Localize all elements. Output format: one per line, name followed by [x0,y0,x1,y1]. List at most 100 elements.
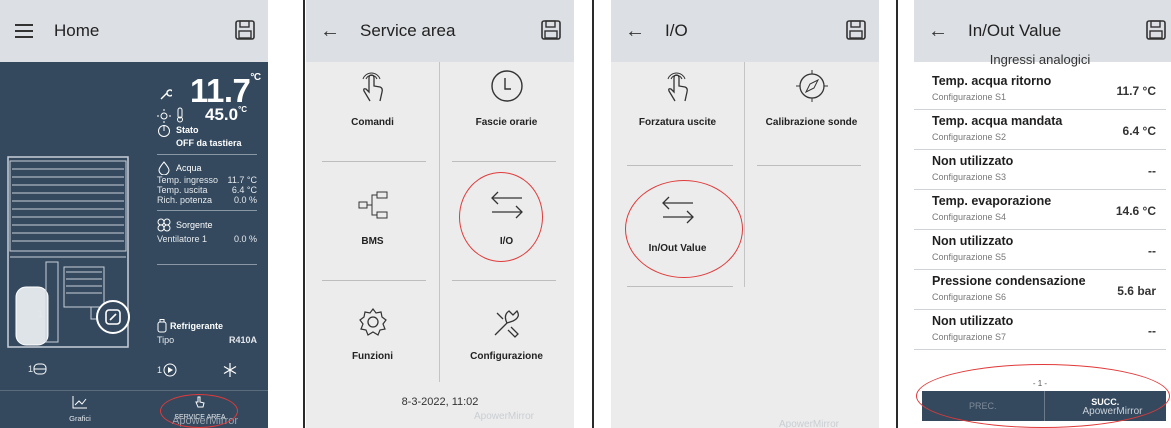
tile-forzatura-uscite[interactable]: Forzatura uscite [611,62,744,128]
grid-divider [757,165,861,166]
input-name: Non utilizzato [932,314,1014,328]
page-title: Service area [360,21,456,40]
input-name: Temp. acqua mandata [932,114,1063,128]
thermometer-icon [177,107,183,123]
table-row: Non utilizzato Configurazione S5 -- [914,230,1166,270]
ventilatore-row: Ventilatore 1 0.0 % [157,234,257,244]
acqua-row-label: Rich. potenza [157,195,213,205]
compass-icon [795,70,828,102]
acqua-row-label: Temp. ingresso [157,175,219,185]
tile-label: Forzatura uscite [638,117,717,128]
grid-divider [452,280,556,281]
divider [157,210,257,211]
save-icon[interactable] [234,19,256,41]
input-config: Configurazione S4 [932,212,1007,222]
input-value: -- [1148,244,1156,258]
input-name: Non utilizzato [932,234,1014,248]
back-arrow-icon[interactable]: ← [625,20,645,42]
watermark: ApowerMirror [474,411,535,422]
page-title: Home [54,21,100,40]
acqua-row: Temp. ingresso 11.7 °C [157,175,257,185]
save-icon[interactable] [540,19,562,41]
arrow-expand-icon [105,309,121,325]
home-dashboard: 1 11.7°C 45.0°C Stato OFF da tastiera Ac… [0,62,268,390]
sorgente-label: Sorgente [176,220,213,230]
annotation-circle [160,394,238,428]
screen-divider [303,0,305,428]
input-config: Configurazione S3 [932,172,1007,182]
tile-configurazione[interactable]: Configurazione [439,302,574,362]
save-icon[interactable] [845,19,867,41]
grid-divider [322,280,426,281]
tile-comandi[interactable]: Comandi [306,62,439,128]
input-config: Configurazione S6 [932,292,1007,302]
back-arrow-icon[interactable]: ← [320,20,340,42]
page-title: I/O [665,21,688,40]
refrigerante-label: Refrigerante [170,321,224,331]
stato-label: Stato [176,125,199,135]
table-row: Non utilizzato Configurazione S3 -- [914,150,1166,190]
input-name: Temp. evaporazione [932,194,1052,208]
input-value: -- [1148,164,1156,178]
save-icon[interactable] [1145,19,1167,41]
table-row: Temp. acqua mandata Configurazione S2 6.… [914,110,1166,150]
annotation-circle [916,364,1170,428]
tile-label: Comandi [351,117,394,128]
stato-value: OFF da tastiera [176,138,242,148]
compressor-icon [33,363,47,375]
grid-divider [627,286,733,287]
datetime: 8-3-2022, 11:02 [401,396,479,408]
home-appbar: Home [0,0,268,62]
water-drop-icon [158,161,170,175]
input-config: Configurazione S2 [932,132,1007,142]
input-name: Non utilizzato [932,154,1014,168]
tile-fascie-orarie[interactable]: Fascie orarie [439,62,574,128]
tipo-label: Tipo [157,335,175,345]
expand-button[interactable] [96,300,130,334]
input-value: 14.6 °C [1115,204,1156,218]
section-title: Ingressi analogici [989,52,1091,67]
grid-divider [322,161,426,162]
acqua-row: Temp. uscita 6.4 °C [157,185,257,195]
input-value: 11.7 °C [1116,84,1157,98]
tile-label: BMS [361,236,384,247]
tile-bms[interactable]: BMS [306,182,439,247]
main-temperature-unit: °C [250,72,261,83]
acqua-row-label: Temp. uscita [157,185,208,195]
home-screen: Home 1 11.7°C 45.0°C Stato OFF da tastie… [0,0,268,428]
table-row: Temp. evaporazione Configurazione S4 14.… [914,190,1166,230]
tile-label: Configurazione [470,351,543,362]
touch-icon [362,72,383,102]
ventilatore-value: 0.0 % [233,234,257,244]
service-appbar: ← Service area [306,0,574,62]
menu-icon[interactable] [14,21,34,41]
table-row: Non utilizzato Configurazione S7 -- [914,310,1166,350]
compressor-status: 1 [28,362,47,376]
snowflake-icon [223,363,237,377]
input-value: 6.4 °C [1122,124,1156,138]
service-area-screen: ← Service area Comandi Fascie orarie BMS… [306,0,574,428]
input-config: Configurazione S1 [932,92,1007,102]
ventilatore-label: Ventilatore 1 [157,234,208,244]
acqua-row-value: 0.0 % [233,195,257,205]
grid-divider [452,161,556,162]
touch-icon [667,72,688,102]
nav-grafici-label: Grafici [69,414,91,423]
back-arrow-icon[interactable]: ← [928,20,948,42]
acqua-row: Rich. potenza 0.0 % [157,195,257,205]
tile-calibrazione-sonde[interactable]: Calibrazione sonde [744,62,879,128]
io-appbar: ← I/O [611,0,879,62]
input-config: Configurazione S7 [932,332,1007,342]
gear-icon [358,308,387,336]
input-name: Temp. acqua ritorno [932,74,1052,88]
watermark: ApowerMirror [779,419,840,428]
tile-funzioni[interactable]: Funzioni [306,302,439,362]
input-config: Configurazione S5 [932,252,1007,262]
input-value: 5.6 bar [1117,284,1156,298]
sun-icon [157,109,171,123]
nav-grafici[interactable]: Grafici [50,395,110,423]
input-name: Pressione condensazione [932,274,1086,288]
tile-label: Fascie orarie [475,117,538,128]
wrench-icon [160,89,172,100]
pump-status: 1 [157,362,178,378]
